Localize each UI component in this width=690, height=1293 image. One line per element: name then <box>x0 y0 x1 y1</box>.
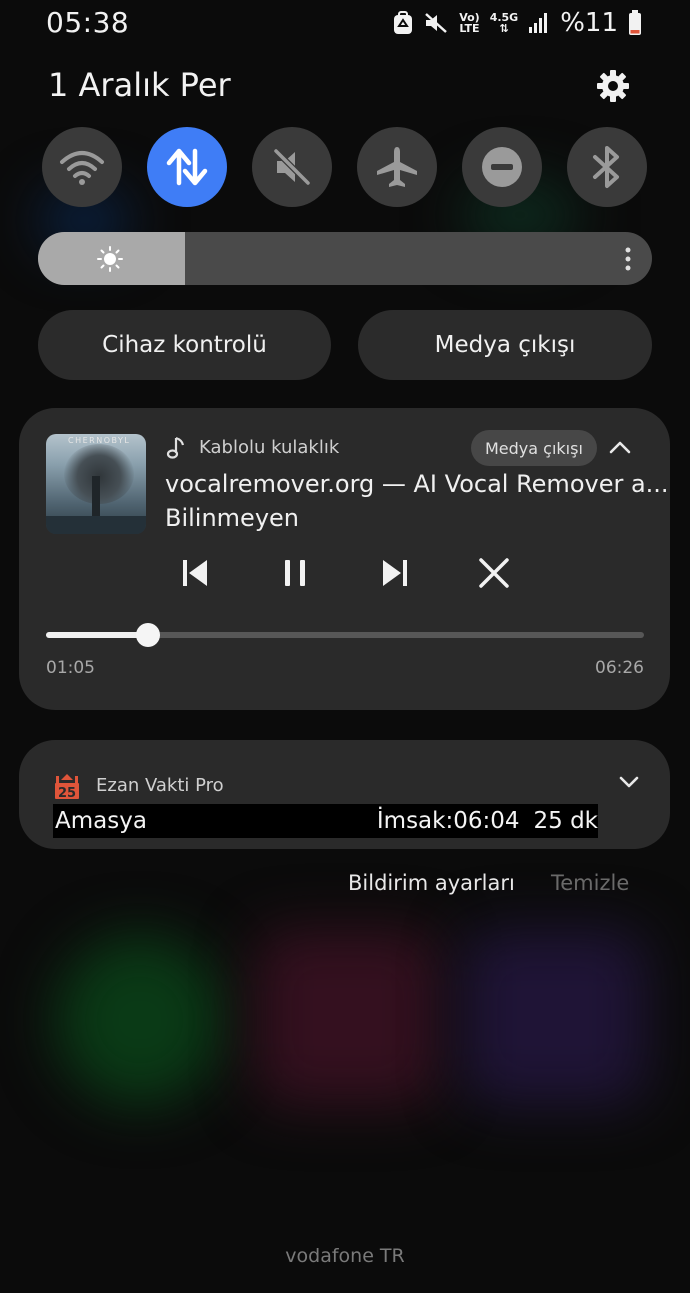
background-app-blur <box>462 930 647 1105</box>
status-time: 05:38 <box>46 6 130 39</box>
ezan-prayer-time: İmsak:06:04 <box>376 808 520 834</box>
data-arrows-icon <box>166 148 208 186</box>
track-title: vocalremover.org — AI Vocal Remover a... <box>165 470 669 498</box>
battery-percent: %11 <box>560 8 618 38</box>
ezan-app-name: Ezan Vakti Pro <box>96 775 224 796</box>
bluetooth-icon <box>593 146 619 188</box>
skip-previous-icon <box>183 560 207 586</box>
do-not-disturb-toggle[interactable] <box>462 127 542 207</box>
wifi-toggle[interactable] <box>42 127 122 207</box>
background-app-blur <box>55 935 225 1105</box>
next-button[interactable] <box>375 553 415 593</box>
sound-toggle[interactable] <box>252 127 332 207</box>
output-device-label: Kablolu kulaklık <box>199 437 340 458</box>
status-icons: Vo) LTE 4.5G ⇅ %11 <box>393 8 642 38</box>
data-indicator: 4.5G ⇅ <box>490 12 519 34</box>
skip-next-icon <box>383 560 407 586</box>
airplane-toggle[interactable] <box>357 127 437 207</box>
battery-icon <box>629 10 641 35</box>
airplane-icon <box>377 147 417 187</box>
clear-button[interactable]: Temizle <box>551 871 629 895</box>
ezan-icon-day: 25 <box>58 786 76 800</box>
mute-icon <box>425 13 448 33</box>
more-vert-icon[interactable] <box>624 247 632 271</box>
ezan-remaining: 25 dk <box>533 808 599 834</box>
wifi-icon <box>60 151 104 185</box>
close-media-button[interactable] <box>474 553 514 593</box>
sun-icon <box>97 246 123 272</box>
ezan-info-bar: Amasya İmsak:06:04 25 dk <box>53 804 598 838</box>
brightness-slider[interactable] <box>38 232 652 285</box>
notification-settings-button[interactable]: Bildirim ayarları <box>348 871 515 895</box>
album-art: CHERNOBYL <box>46 434 146 534</box>
music-note-icon <box>166 436 185 459</box>
mute-icon <box>273 148 311 186</box>
mobile-data-toggle[interactable] <box>147 127 227 207</box>
minus-circle-icon <box>482 147 522 187</box>
lte-label: LTE <box>459 22 480 35</box>
album-art-text: CHERNOBYL <box>68 436 131 445</box>
previous-button[interactable] <box>175 553 215 593</box>
mosque-calendar-icon: 25 <box>55 774 79 800</box>
bluetooth-toggle[interactable] <box>567 127 647 207</box>
chevron-down-icon[interactable] <box>617 772 641 792</box>
device-control-button[interactable]: Cihaz kontrolü <box>38 310 331 380</box>
seek-bar[interactable] <box>46 623 644 647</box>
total-time: 06:26 <box>595 658 644 678</box>
data-arrows-icon: ⇅ <box>499 22 509 35</box>
track-artist: Bilinmeyen <box>165 504 300 532</box>
current-time: 01:05 <box>46 658 95 678</box>
volte-indicator: Vo) LTE <box>459 12 480 34</box>
chevron-up-icon[interactable] <box>607 436 633 458</box>
settings-gear-icon[interactable] <box>595 68 631 104</box>
background-app-blur <box>255 930 440 1105</box>
seek-progress <box>46 632 148 638</box>
date-label: 1 Aralık Per <box>48 66 231 104</box>
pause-icon <box>285 560 305 586</box>
recycle-lock-icon <box>394 11 413 34</box>
carrier-label: vodafone TR <box>285 1245 405 1267</box>
media-output-button[interactable]: Medya çıkışı <box>358 310 652 380</box>
ezan-city: Amasya <box>55 808 147 834</box>
pause-button[interactable] <box>275 553 315 593</box>
seek-thumb[interactable] <box>135 623 160 647</box>
media-output-chip[interactable]: Medya çıkışı <box>471 430 597 466</box>
signal-icon <box>529 13 548 33</box>
close-icon <box>479 558 509 588</box>
